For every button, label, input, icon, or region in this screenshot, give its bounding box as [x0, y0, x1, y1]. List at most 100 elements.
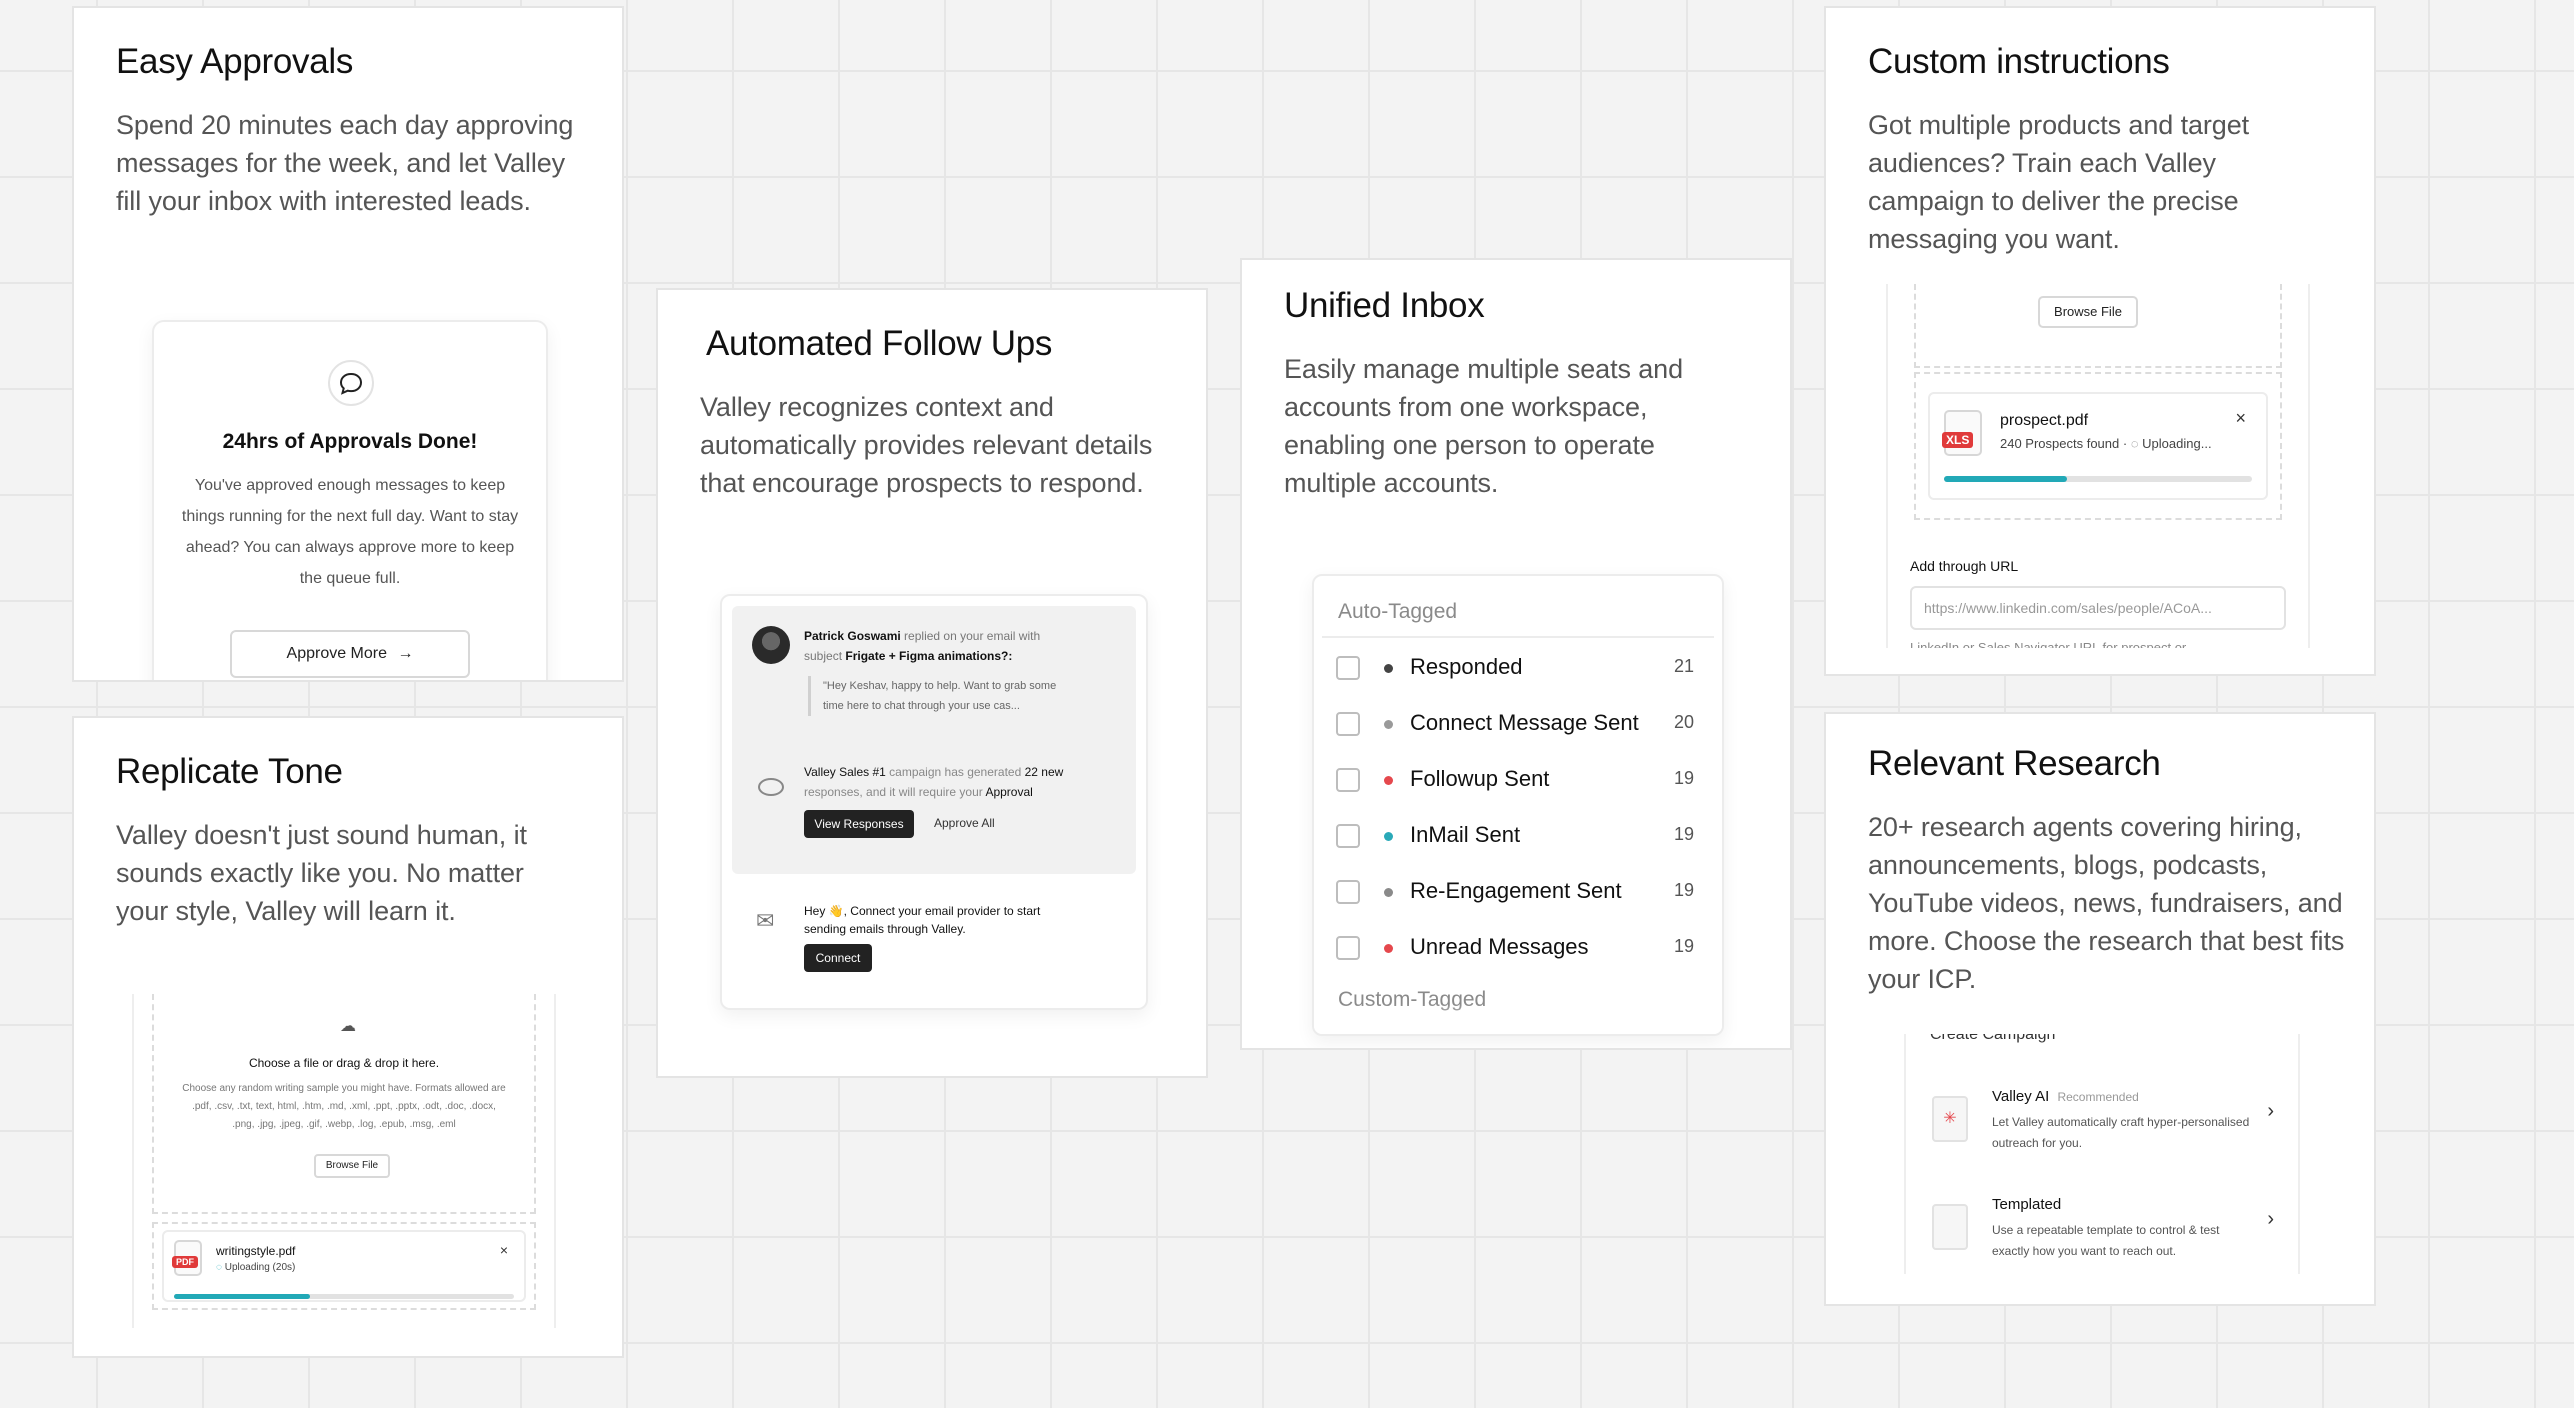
template-icon [1932, 1204, 1968, 1250]
approve-all-button[interactable]: Approve All [934, 816, 995, 830]
inbox-row[interactable]: InMail Sent 19 [1314, 820, 1722, 860]
upload-mock: Browse File XLS prospect.pdf 240 Prospec… [1886, 284, 2310, 648]
row-checkbox[interactable] [1336, 656, 1360, 680]
row-count: 19 [1673, 824, 1694, 844]
browse-file-button[interactable]: Browse File [314, 1154, 390, 1178]
row-checkbox[interactable] [1336, 712, 1360, 736]
inbox-row[interactable]: Followup Sent 19 [1314, 764, 1722, 804]
card-replicate-tone: Replicate Tone Valley doesn't just sound… [72, 716, 624, 1358]
approve-more-button[interactable]: Approve More → [230, 630, 470, 678]
url-input[interactable]: https://www.linkedin.com/sales/people/AC… [1910, 586, 2286, 630]
browse-file-button[interactable]: Browse File [2038, 296, 2138, 328]
reply-notification: Patrick Goswami replied on your email wi… [804, 629, 1041, 663]
card-description: Spend 20 minutes each day approving mess… [116, 110, 574, 216]
section-auto-tagged: Auto-Tagged [1338, 600, 1458, 623]
row-label: Followup Sent [1410, 766, 1550, 791]
card-description: 20+ research agents covering hiring, ann… [1868, 812, 2345, 994]
row-label: InMail Sent [1410, 822, 1521, 847]
view-responses-button[interactable]: View Responses [804, 810, 914, 838]
sparkle-icon: ✳ [1932, 1096, 1968, 1142]
row-count: 19 [1673, 880, 1694, 900]
row-count: 19 [1673, 936, 1694, 956]
option-desc: Use a repeatable template to control & t… [1992, 1223, 2220, 1258]
tag-color-dot [1384, 664, 1393, 673]
upload-title: Choose a file or drag & drop it here. [248, 1056, 440, 1070]
upload-progress [174, 1294, 514, 1299]
research-option[interactable]: Templated Use a repeatable template to c… [1906, 1192, 2298, 1274]
inbox-mock: Auto-Tagged Responded 21 Connect Message… [1312, 574, 1724, 1036]
campaign-icon [758, 778, 784, 796]
close-icon[interactable]: × [500, 1242, 508, 1258]
card-title: Custom instructions [1868, 42, 2170, 81]
row-count: 20 [1673, 712, 1694, 732]
file-name: prospect.pdf [2000, 412, 2089, 429]
approvals-body: You've approved enough messages to keep … [181, 477, 519, 587]
card-title: Replicate Tone [116, 752, 343, 791]
research-option[interactable]: ✳ Valley AI Recommended Let Valley autom… [1906, 1084, 2298, 1180]
tag-color-dot [1384, 888, 1393, 897]
inbox-row[interactable]: Unread Messages 19 [1314, 932, 1722, 972]
pdf-file-icon: PDF [172, 1240, 202, 1276]
upload-hint: Choose any random writing sample you mig… [182, 1083, 506, 1130]
row-checkbox[interactable] [1336, 936, 1360, 960]
option-title: Templated [1992, 1196, 2062, 1213]
file-item: XLS prospect.pdf 240 Prospects found · ◌… [1914, 372, 2282, 520]
approvals-headline: 24hrs of Approvals Done! [222, 430, 478, 453]
tag-color-dot [1384, 832, 1393, 841]
connect-button[interactable]: Connect [804, 944, 872, 972]
tag-color-dot [1384, 776, 1393, 785]
email-prompt: Hey 👋, Connect your email provider to st… [804, 904, 1041, 936]
inbox-row[interactable]: Responded 21 [1314, 652, 1722, 692]
card-title: Relevant Research [1868, 744, 2161, 783]
upload-progress-fill [1944, 476, 2068, 482]
file-name: writingstyle.pdf [216, 1244, 296, 1258]
url-hint: LinkedIn or Sales Navigator URL for pros… [1910, 640, 2187, 648]
card-title: Unified Inbox [1284, 286, 1485, 325]
row-count: 21 [1673, 656, 1694, 676]
row-checkbox[interactable] [1336, 824, 1360, 848]
upload-cloud-icon: ☁ [340, 1018, 356, 1035]
approve-more-label: Approve More [286, 645, 388, 662]
notifications-panel: Patrick Goswami replied on your email wi… [732, 606, 1136, 874]
card-title: Easy Approvals [116, 42, 354, 81]
dropzone[interactable]: ☁ Choose a file or drag & drop it here. … [152, 994, 536, 1214]
row-checkbox[interactable] [1336, 768, 1360, 792]
browse-file-label: Browse File [2054, 304, 2122, 319]
card-custom-instructions: Custom instructions Got multiple product… [1824, 6, 2376, 676]
create-campaign-header: Create Campaign [1930, 1034, 2056, 1043]
spinner-icon: ◌ [2130, 436, 2139, 451]
avatar [752, 626, 790, 664]
close-icon[interactable]: × [2235, 408, 2246, 429]
follow-up-mock: Patrick Goswami replied on your email wi… [720, 594, 1148, 1010]
card-unified-inbox: Unified Inbox Easily manage multiple sea… [1240, 258, 1792, 1050]
card-description: Valley recognizes context and automatica… [700, 392, 1153, 498]
upload-progress [1944, 476, 2252, 482]
file-meta: 240 Prospects found · ◌ Uploading... [2000, 436, 2212, 451]
inbox-row[interactable]: Connect Message Sent 20 [1314, 708, 1722, 748]
file-item: PDF writingstyle.pdf ◌ Uploading (20s) × [152, 1222, 536, 1310]
card-title: Automated Follow Ups [706, 324, 1053, 363]
chat-bubble-icon [328, 360, 374, 406]
row-label: Re-Engagement Sent [1410, 878, 1622, 903]
row-label: Responded [1410, 654, 1523, 679]
upload-mock: ☁ Choose a file or drag & drop it here. … [132, 994, 556, 1328]
url-label: Add through URL [1910, 558, 2019, 574]
file-status: ◌ Uploading (20s) [216, 1262, 296, 1273]
row-checkbox[interactable] [1336, 880, 1360, 904]
chevron-right-icon[interactable]: › [2267, 1100, 2274, 1123]
campaign-mock: Create Campaign ✳ Valley AI Recommended … [1904, 1034, 2300, 1274]
dropzone[interactable]: Browse File [1914, 284, 2282, 368]
browse-file-label: Browse File [325, 1160, 379, 1171]
inbox-row[interactable]: Re-Engagement Sent 19 [1314, 876, 1722, 916]
approvals-mock: 24hrs of Approvals Done! You've approved… [152, 320, 548, 680]
campaign-notification: Valley Sales #1 campaign has generated 2… [804, 765, 1064, 799]
spinner-icon: ◌ [216, 1262, 222, 1273]
card-automated-follow-ups: Automated Follow Ups Valley recognizes c… [656, 288, 1208, 1078]
card-easy-approvals: Easy Approvals Spend 20 minutes each day… [72, 6, 624, 682]
card-relevant-research: Relevant Research 20+ research agents co… [1824, 712, 2376, 1306]
card-description: Valley doesn't just sound human, it soun… [116, 820, 527, 926]
tag-color-dot [1384, 944, 1393, 953]
chevron-right-icon[interactable]: › [2267, 1208, 2274, 1231]
arrow-right-icon: → [397, 645, 414, 662]
row-label: Unread Messages [1410, 934, 1589, 959]
